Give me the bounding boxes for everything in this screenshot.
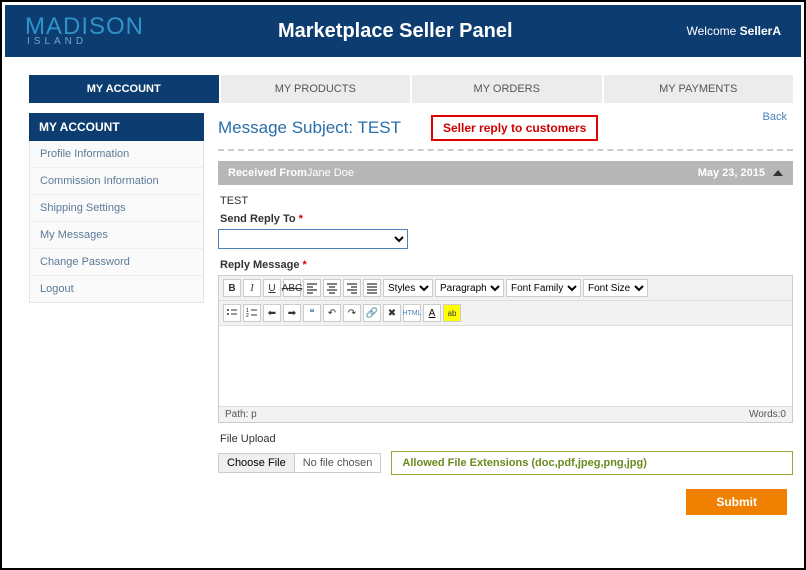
- tab-my-products[interactable]: MY PRODUCTS: [221, 75, 411, 103]
- sidebar-item-commission[interactable]: Commission Information: [30, 168, 203, 195]
- send-reply-to-label: Send Reply To *: [220, 213, 791, 225]
- sidebar-heading: MY ACCOUNT: [29, 113, 204, 141]
- app-header: MADISON ISLAND Marketplace Seller Panel …: [5, 5, 801, 57]
- styles-select[interactable]: Styles: [383, 279, 433, 297]
- sidebar-item-profile[interactable]: Profile Information: [30, 141, 203, 168]
- file-status: No file chosen: [295, 454, 381, 472]
- unlink-button[interactable]: ✖: [383, 304, 401, 322]
- font-family-select[interactable]: Font Family: [506, 279, 581, 297]
- tab-my-payments[interactable]: MY PAYMENTS: [604, 75, 794, 103]
- tab-my-orders[interactable]: MY ORDERS: [412, 75, 602, 103]
- editor-toolbar-row-1: B I U ABC Styles Paragraph Font Family F…: [219, 276, 792, 301]
- redo-button[interactable]: ↷: [343, 304, 361, 322]
- message-subject: Message Subject: TEST: [218, 118, 401, 138]
- editor-textarea[interactable]: [219, 326, 792, 406]
- allowed-extensions: Allowed File Extensions (doc,pdf,jpeg,pn…: [391, 451, 793, 475]
- align-right-button[interactable]: [343, 279, 361, 297]
- choose-file-button[interactable]: Choose File: [219, 454, 295, 472]
- sidebar-item-logout[interactable]: Logout: [30, 276, 203, 302]
- link-button[interactable]: 🔗: [363, 304, 381, 322]
- sidebar-item-password[interactable]: Change Password: [30, 249, 203, 276]
- submit-button[interactable]: Submit: [686, 489, 787, 515]
- italic-button[interactable]: I: [243, 279, 261, 297]
- reply-message-label: Reply Message *: [220, 259, 791, 271]
- align-justify-button[interactable]: [363, 279, 381, 297]
- editor-toolbar-row-2: 12 ⬅ ➡ ❝ ↶ ↷ 🔗 ✖ HTML A ab: [219, 301, 792, 326]
- outdent-button[interactable]: ⬅: [263, 304, 281, 322]
- blockquote-button[interactable]: ❝: [303, 304, 321, 322]
- editor-word-count: Words:0: [749, 409, 786, 420]
- font-size-select[interactable]: Font Size: [583, 279, 648, 297]
- text-color-button[interactable]: A: [423, 304, 441, 322]
- undo-button[interactable]: ↶: [323, 304, 341, 322]
- back-link[interactable]: Back: [763, 111, 787, 123]
- message-body: TEST: [220, 195, 791, 207]
- welcome-text: Welcome SellerA: [687, 24, 782, 38]
- bullet-list-button[interactable]: [223, 304, 241, 322]
- main-tabs: MY ACCOUNT MY PRODUCTS MY ORDERS MY PAYM…: [5, 75, 801, 103]
- send-reply-to-select[interactable]: [218, 229, 408, 249]
- tab-my-account[interactable]: MY ACCOUNT: [29, 75, 219, 103]
- welcome-user: SellerA: [740, 24, 781, 38]
- align-center-button[interactable]: [323, 279, 341, 297]
- number-list-button[interactable]: 12: [243, 304, 261, 322]
- divider: [218, 149, 793, 151]
- main-content: Back Message Subject: TEST Seller reply …: [218, 113, 793, 515]
- underline-button[interactable]: U: [263, 279, 281, 297]
- paragraph-select[interactable]: Paragraph: [435, 279, 504, 297]
- file-upload-label: File Upload: [220, 433, 791, 445]
- received-from-label: Received From: [228, 167, 307, 179]
- bg-color-button[interactable]: ab: [443, 304, 461, 322]
- received-from-name: Jane Doe: [307, 167, 354, 179]
- page-title: Marketplace Seller Panel: [104, 20, 686, 43]
- sidebar: MY ACCOUNT Profile Information Commissio…: [29, 113, 204, 515]
- bold-button[interactable]: B: [223, 279, 241, 297]
- html-button[interactable]: HTML: [403, 304, 421, 322]
- rich-text-editor: B I U ABC Styles Paragraph Font Family F…: [218, 275, 793, 423]
- strike-button[interactable]: ABC: [283, 279, 301, 297]
- sidebar-item-messages[interactable]: My Messages: [30, 222, 203, 249]
- file-input[interactable]: Choose File No file chosen: [218, 453, 381, 473]
- align-left-button[interactable]: [303, 279, 321, 297]
- svg-text:2: 2: [246, 313, 249, 319]
- accordion-header[interactable]: Received FromJane Doe May 23, 2015: [218, 161, 793, 185]
- seller-reply-callout: Seller reply to customers: [431, 115, 598, 141]
- editor-path: Path: p: [225, 409, 257, 420]
- chevron-up-icon: [773, 170, 783, 176]
- received-date: May 23, 2015: [698, 167, 765, 179]
- sidebar-item-shipping[interactable]: Shipping Settings: [30, 195, 203, 222]
- indent-button[interactable]: ➡: [283, 304, 301, 322]
- editor-footer: Path: p Words:0: [219, 406, 792, 422]
